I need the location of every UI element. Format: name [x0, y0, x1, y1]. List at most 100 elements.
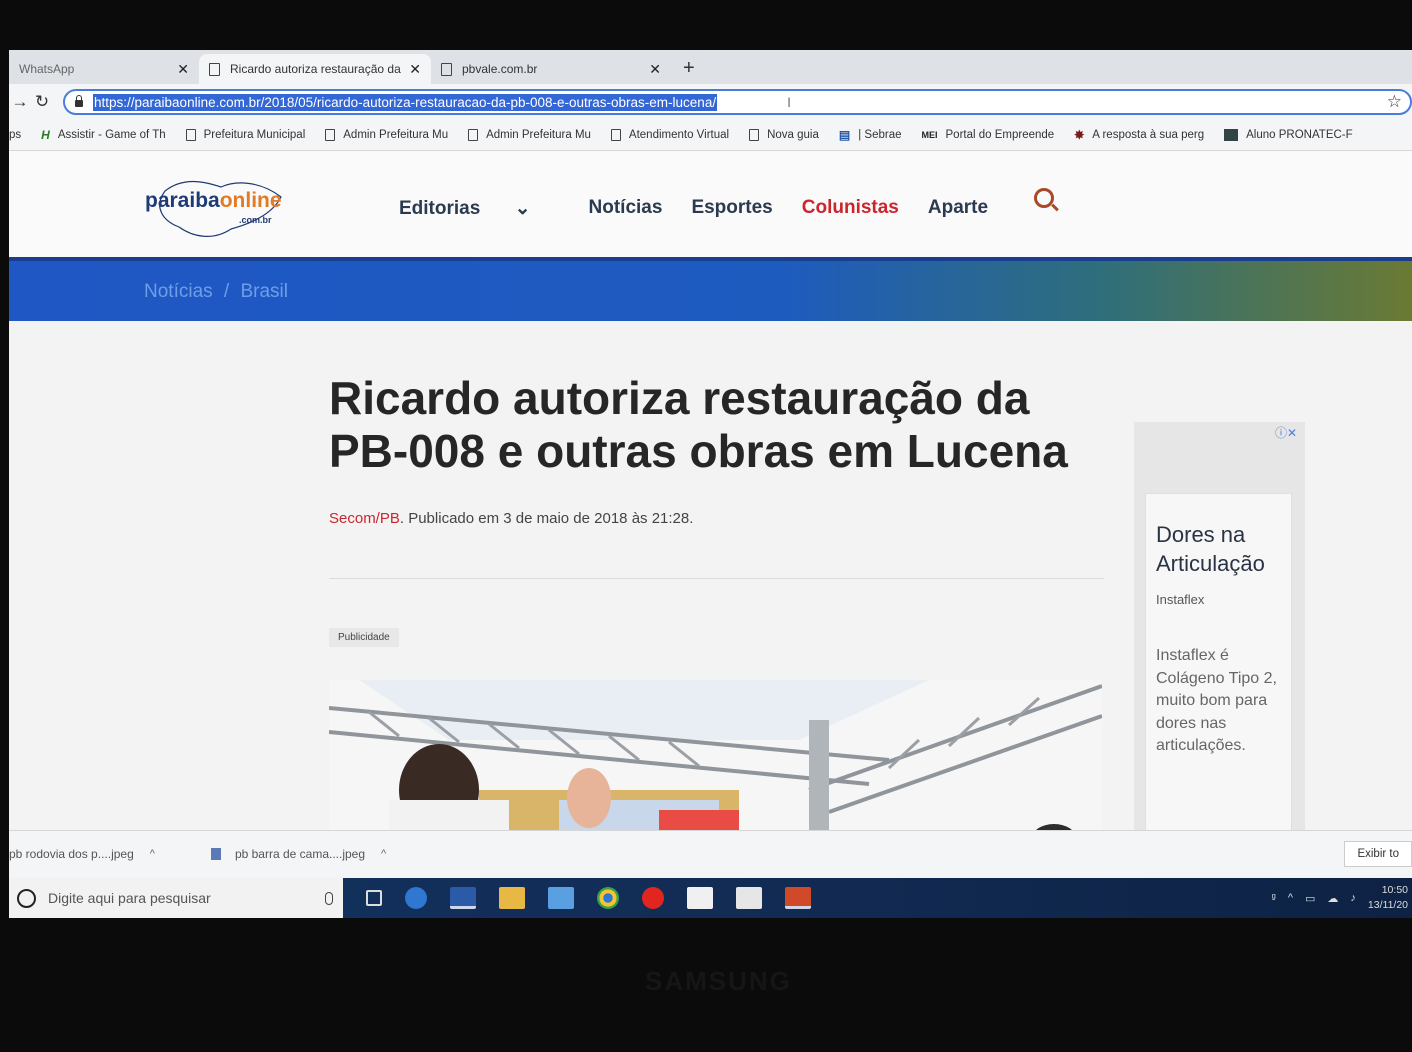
- bookmark-item[interactable]: H Assistir - Game of Th: [41, 128, 165, 142]
- tab-label: pbvale.com.br: [462, 62, 538, 76]
- logo-text: paraibaonline: [145, 189, 282, 212]
- file-explorer-icon[interactable]: [499, 887, 525, 909]
- page-icon: [610, 129, 621, 141]
- divider: [329, 578, 1104, 579]
- chevron-up-icon[interactable]: ^: [150, 848, 155, 860]
- opera-icon[interactable]: [642, 887, 664, 909]
- show-all-downloads-button[interactable]: Exibir to: [1344, 841, 1412, 867]
- notepad-icon[interactable]: [548, 887, 574, 909]
- bookmark-label: A resposta à sua perg: [1092, 129, 1205, 141]
- task-view-icon[interactable]: [366, 890, 382, 906]
- ad-banner[interactable]: ⓘ✕ Dores na Articulação Instaflex Instaf…: [1134, 422, 1305, 853]
- site-header: paraibaonline .com.br Editorias ⌄ Notíci…: [9, 151, 1412, 257]
- ad-title: Dores na Articulação: [1156, 522, 1265, 576]
- downloads-shelf: pb rodovia dos p....jpeg ^ pb barra de c…: [9, 830, 1412, 877]
- bookmark-item[interactable]: Prefeitura Municipal: [185, 129, 306, 141]
- bookmark-item[interactable]: Admin Prefeitura Mu: [468, 129, 591, 141]
- bookmark-label: ps: [9, 129, 22, 141]
- system-tray: ᵍ ^ ▭ ☁ ♪ 10:50 13/11/20: [1260, 883, 1412, 913]
- bookmark-item[interactable]: Aluno PRONATEC-F: [1224, 129, 1353, 141]
- forward-icon[interactable]: →: [9, 92, 31, 112]
- main-nav: Editorias ⌄ Notícias Esportes Colunistas…: [399, 197, 1017, 220]
- people-icon[interactable]: ᵍ: [1272, 892, 1276, 904]
- bookmark-label: Prefeitura Municipal: [203, 129, 306, 141]
- mail-icon[interactable]: [736, 887, 762, 909]
- h-icon: H: [41, 128, 50, 142]
- bookmark-label: Portal do Empreende: [945, 129, 1055, 141]
- edge-icon[interactable]: [405, 887, 427, 909]
- chevron-down-icon: ⌄: [514, 198, 531, 219]
- bookmark-label: Aluno PRONATEC-F: [1246, 129, 1353, 141]
- download-filename: pb rodovia dos p....jpeg: [9, 847, 134, 861]
- taskbar-search[interactable]: Digite aqui para pesquisar: [9, 878, 343, 918]
- download-item[interactable]: pb barra de cama....jpeg ^: [195, 847, 386, 861]
- article-byline: Secom/PB. Publicado em 3 de maio de 2018…: [329, 510, 693, 527]
- tab-label: Ricardo autoriza restauração da P: [230, 62, 404, 76]
- clock[interactable]: 10:50 13/11/20: [1368, 883, 1408, 913]
- download-item[interactable]: pb rodovia dos p....jpeg ^: [9, 847, 155, 861]
- bookmark-label: Atendimento Virtual: [628, 129, 730, 141]
- bookmark-item[interactable]: Admin Prefeitura Mu: [325, 129, 448, 141]
- page-icon: [749, 129, 760, 141]
- grid-icon: [1224, 129, 1239, 141]
- article-author[interactable]: Secom/PB: [329, 510, 400, 527]
- article-date: . Publicado em 3 de maio de 2018 às 21:2…: [399, 510, 694, 527]
- sebrae-icon: ▤: [838, 128, 851, 142]
- article-title: Ricardo autoriza restauração da PB-008 e…: [329, 372, 1068, 477]
- star-icon[interactable]: ☆: [1387, 92, 1402, 112]
- bookmark-item[interactable]: Atendimento Virtual: [610, 129, 730, 141]
- tab-article[interactable]: Ricardo autoriza restauração da P ✕: [199, 54, 431, 84]
- image-file-icon: [210, 848, 221, 860]
- network-icon[interactable]: ☁: [1327, 892, 1338, 905]
- chrome-icon[interactable]: [597, 887, 619, 909]
- nav-editorias[interactable]: Editorias ⌄: [399, 197, 560, 220]
- bookmark-label: | Sebrae: [858, 129, 902, 141]
- chevron-up-icon[interactable]: ^: [381, 848, 386, 860]
- volume-icon[interactable]: ♪: [1350, 892, 1356, 904]
- powerpoint-icon[interactable]: [785, 887, 811, 909]
- bookmark-item[interactable]: MEI Portal do Empreende: [921, 129, 1054, 141]
- page-icon: [441, 62, 452, 76]
- article-photo[interactable]: [329, 680, 1102, 840]
- close-icon[interactable]: ✕: [649, 61, 661, 78]
- microphone-icon[interactable]: [325, 891, 333, 905]
- breadcrumb-section[interactable]: Notícias: [144, 281, 213, 302]
- battery-icon[interactable]: ▭: [1305, 892, 1315, 905]
- chevron-up-icon[interactable]: ^: [1288, 892, 1293, 904]
- logo-suffix: .com.br: [239, 215, 272, 225]
- bookmark-item[interactable]: ▤ | Sebrae: [839, 128, 902, 142]
- cortana-icon[interactable]: [17, 888, 36, 908]
- sun-icon: ✸: [1074, 128, 1085, 142]
- bookmark-item[interactable]: Nova guia: [749, 129, 819, 141]
- tab-whatsapp[interactable]: WhatsApp ✕: [9, 54, 199, 84]
- ad-card[interactable]: Dores na Articulação Instaflex Instaflex…: [1145, 493, 1292, 853]
- address-bar[interactable]: https://paraibaonline.com.br/2018/05/ric…: [63, 89, 1412, 115]
- bookmark-item[interactable]: ✸ A resposta à sua perg: [1074, 128, 1204, 142]
- page-icon: [468, 129, 479, 141]
- new-tab-button[interactable]: +: [671, 57, 707, 84]
- breadcrumb-subsection[interactable]: Brasil: [240, 281, 288, 302]
- nav-colunistas[interactable]: Colunistas: [802, 197, 899, 220]
- clock-date: 13/11/20: [1367, 899, 1408, 911]
- clock-time: 10:50: [1381, 884, 1408, 896]
- nav-noticias[interactable]: Notícias: [589, 197, 663, 220]
- tab-bar: WhatsApp ✕ Ricardo autoriza restauração …: [9, 50, 1412, 84]
- photo-illustration: [329, 680, 1102, 840]
- ad-info-close-icon[interactable]: ⓘ✕: [1275, 424, 1297, 441]
- store-icon[interactable]: [687, 887, 713, 909]
- nav-esportes[interactable]: Esportes: [691, 197, 772, 220]
- reload-icon[interactable]: ↻: [31, 92, 53, 112]
- tab-label: WhatsApp: [19, 62, 75, 76]
- search-icon[interactable]: [1034, 188, 1054, 208]
- close-icon[interactable]: ✕: [177, 61, 189, 78]
- word-icon[interactable]: [450, 887, 476, 909]
- nav-aparte[interactable]: Aparte: [928, 197, 988, 220]
- url-text[interactable]: https://paraibaonline.com.br/2018/05/ric…: [93, 93, 718, 111]
- page-icon: [325, 129, 336, 141]
- tab-pbvale[interactable]: pbvale.com.br ✕: [431, 54, 671, 84]
- bookmark-apps[interactable]: ps: [9, 129, 21, 141]
- close-icon[interactable]: ✕: [409, 61, 421, 78]
- ad-label: Publicidade: [329, 628, 399, 647]
- bookmark-label: Admin Prefeitura Mu: [486, 129, 591, 141]
- site-logo[interactable]: paraibaonline .com.br: [143, 171, 288, 237]
